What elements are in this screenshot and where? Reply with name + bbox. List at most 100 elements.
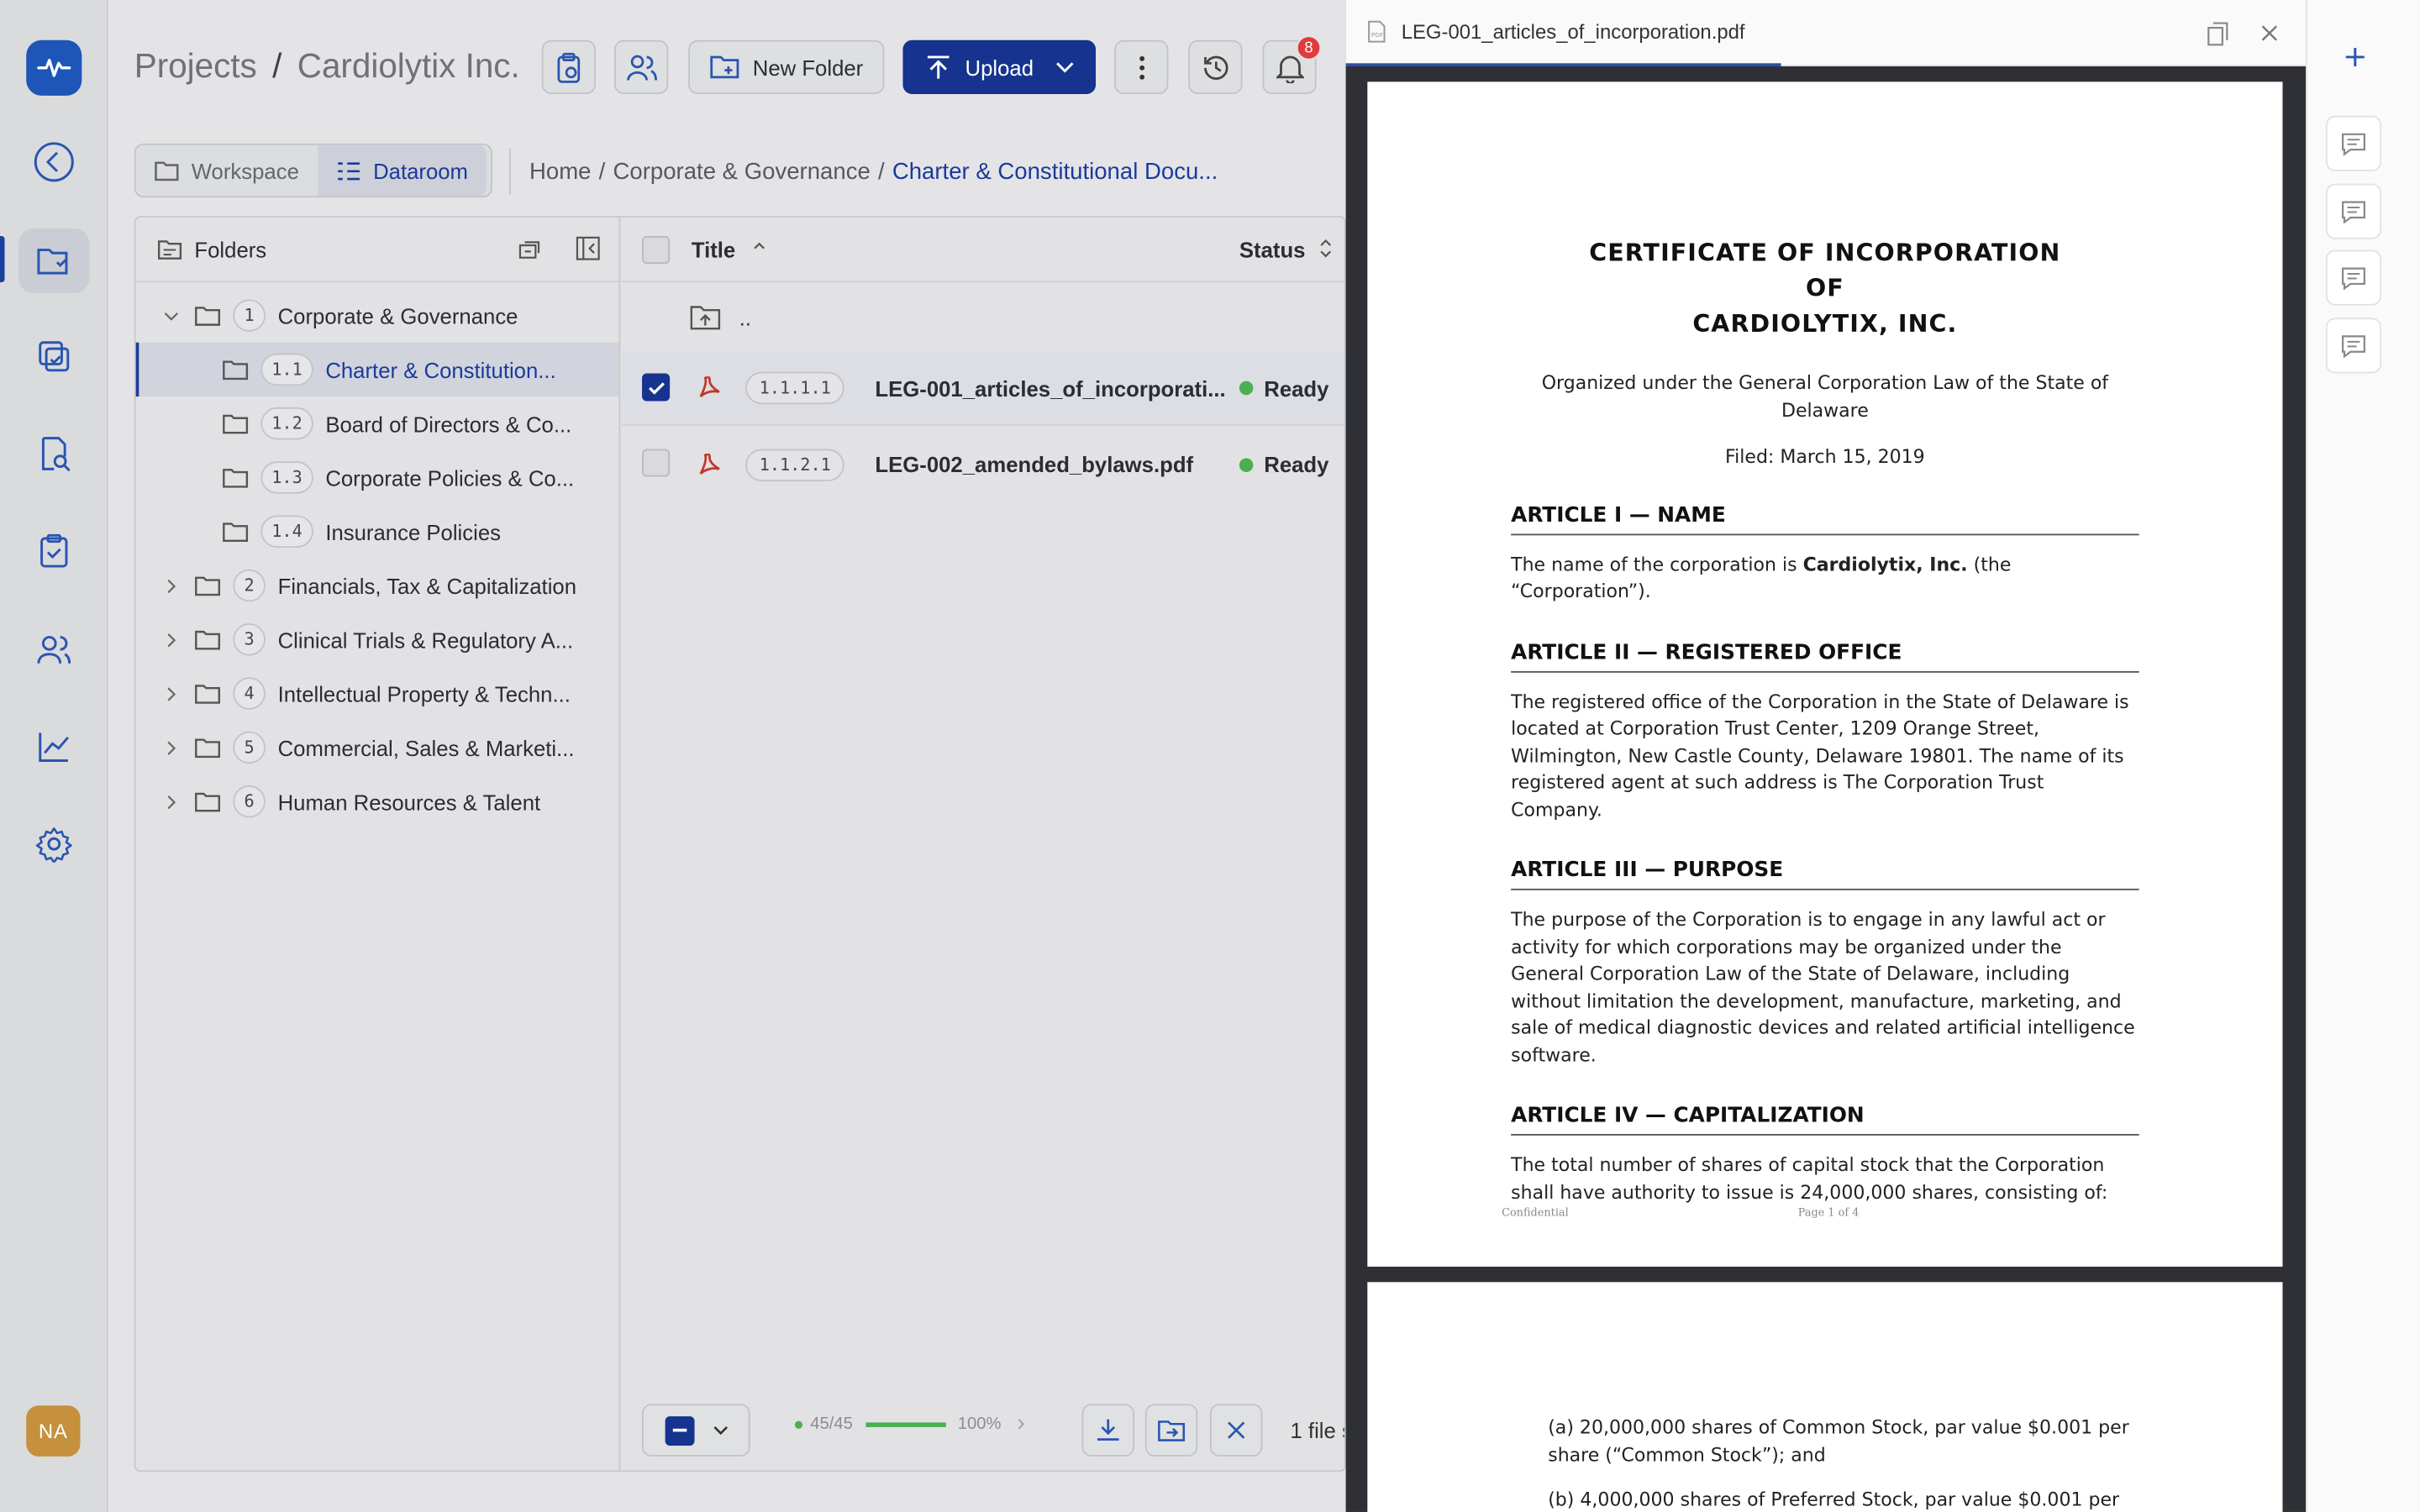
progress-percent: 100% xyxy=(957,1415,1002,1434)
sort-asc-icon[interactable] xyxy=(753,241,765,250)
select-all-checkbox[interactable] xyxy=(642,236,671,265)
chevron-right-icon[interactable] xyxy=(162,632,181,647)
folder-icon xyxy=(222,521,249,543)
breadcrumb: Home / Corporate & Governance / Charter & Co… xyxy=(509,148,1218,195)
progress-count: 45/45 xyxy=(810,1415,853,1434)
chevron-right-icon[interactable] xyxy=(1017,1418,1024,1431)
pdf-file-icon: PDF xyxy=(1368,20,1386,43)
article-1-text: The name of the corporation is Cardiolyt… xyxy=(1511,553,2012,602)
folder-label: Human Resources & Talent xyxy=(277,789,541,814)
app-logo-icon[interactable] xyxy=(26,39,82,96)
folder-label: Corporate & Governance xyxy=(277,302,518,328)
folder-plus-icon xyxy=(709,55,739,79)
new-folder-button[interactable]: New Folder xyxy=(688,39,885,95)
workspace-tab[interactable]: Workspace xyxy=(136,145,318,197)
pdf-content-page-2: (a) 20,000,000 shares of Common Stock, p… xyxy=(1548,1415,2139,1512)
upload-button[interactable]: Upload xyxy=(902,39,1097,95)
move-button[interactable] xyxy=(1144,1404,1198,1457)
parent-folder-row[interactable]: .. xyxy=(622,284,1344,352)
title-column-header[interactable]: Title xyxy=(692,237,735,261)
projects-link[interactable]: Projects xyxy=(134,46,257,85)
folder-4[interactable]: 4 Intellectual Property & Techn... xyxy=(136,666,619,720)
history-button[interactable] xyxy=(1188,39,1243,95)
more-options-button[interactable] xyxy=(1114,39,1169,95)
folder-icon xyxy=(222,412,249,434)
chevron-right-icon[interactable] xyxy=(162,578,181,593)
settings-gear-icon[interactable] xyxy=(18,811,89,876)
download-icon xyxy=(1097,1419,1119,1441)
table-row[interactable]: 1.1.1.1 LEG-001_articles_of_incorporati.… xyxy=(622,351,1344,426)
pdf-viewer: PDF LEG-001_articles_of_incorporation.pd… xyxy=(1345,0,2307,1512)
viewer-tab[interactable]: PDF LEG-001_articles_of_incorporation.pd… xyxy=(1345,0,1781,66)
folder-icon xyxy=(155,160,179,181)
chevron-down-icon xyxy=(1055,61,1073,72)
close-icon[interactable] xyxy=(2261,24,2278,41)
folder-number: 3 xyxy=(233,623,266,656)
folder-icon xyxy=(222,467,249,489)
status-badge: Ready xyxy=(1239,375,1328,400)
status-column-header[interactable]: Status xyxy=(1239,237,1306,261)
folder-6[interactable]: 6 Human Resources & Talent xyxy=(136,774,619,828)
folder-icon xyxy=(194,628,221,650)
dataroom-tab[interactable]: Dataroom xyxy=(317,144,487,197)
breadcrumb-corporate-governance[interactable]: Corporate & Governance xyxy=(613,158,871,184)
analytics-chart-icon[interactable] xyxy=(18,714,89,779)
doc-title-line-1: CERTIFICATE OF INCORPORATION xyxy=(1589,239,2061,267)
sort-icon[interactable] xyxy=(1319,239,1332,258)
document-name[interactable]: LEG-002_amended_bylaws.pdf xyxy=(875,452,1193,476)
row-checkbox[interactable] xyxy=(642,373,671,402)
clear-selection-button[interactable] xyxy=(1209,1404,1263,1457)
back-icon[interactable] xyxy=(18,129,89,194)
folder-icon xyxy=(194,305,221,327)
comment-icon[interactable] xyxy=(2325,115,2382,171)
download-button[interactable] xyxy=(1081,1404,1134,1457)
comment-icon[interactable] xyxy=(2325,183,2382,239)
folder-label: Financials, Tax & Capitalization xyxy=(277,573,577,598)
dataroom-nav-icon[interactable] xyxy=(18,228,90,293)
doc-organized: Organized under the General Corporation … xyxy=(1541,371,2109,421)
folder-label: Board of Directors & Co... xyxy=(325,411,572,436)
folder-number: 2 xyxy=(233,569,266,602)
breadcrumb-current: Charter & Constitutional Docu... xyxy=(892,158,1218,185)
collapse-all-icon[interactable] xyxy=(518,238,543,260)
chevron-right-icon[interactable] xyxy=(162,740,181,755)
chevron-down-icon xyxy=(713,1426,728,1436)
view-toggle: Workspace Dataroom xyxy=(134,143,492,198)
folder-3[interactable]: 3 Clinical Trials & Regulatory A... xyxy=(136,612,619,666)
doc-title-line-3: CARDIOLYTIX, INC. xyxy=(1692,310,1958,339)
row-checkbox[interactable] xyxy=(642,449,671,477)
users-icon[interactable] xyxy=(18,617,89,682)
folder-icon xyxy=(194,683,221,705)
folder-1-3[interactable]: 1.3 Corporate Policies & Co... xyxy=(136,450,619,504)
user-avatar[interactable]: NA xyxy=(26,1405,81,1457)
search-document-icon[interactable] xyxy=(18,421,89,486)
breadcrumb-home[interactable]: Home xyxy=(529,158,591,184)
folders-header: Folders xyxy=(135,218,619,283)
folder-2[interactable]: 2 Financials, Tax & Capitalization xyxy=(136,559,619,612)
comment-icon[interactable] xyxy=(2325,318,2382,374)
folder-5[interactable]: 5 Commercial, Sales & Marketi... xyxy=(136,721,619,774)
folder-1[interactable]: 1 Corporate & Governance xyxy=(136,288,619,342)
project-tasks-button[interactable] xyxy=(541,39,596,95)
chevron-right-icon[interactable] xyxy=(162,794,181,809)
collapse-panel-icon[interactable] xyxy=(576,236,600,260)
split-view-icon[interactable] xyxy=(2207,22,2228,46)
pdf-content: CERTIFICATE OF INCORPORATION OF CARDIOLY… xyxy=(1511,236,2139,1206)
comment-icon[interactable] xyxy=(2325,249,2382,306)
users-icon xyxy=(626,54,657,80)
chevron-down-icon[interactable] xyxy=(162,311,181,320)
folder-1-1[interactable]: 1.1 Charter & Constitution... xyxy=(135,342,619,397)
table-row[interactable]: 1.1.2.1 LEG-002_amended_bylaws.pdf Ready xyxy=(622,428,1344,501)
doc-title-line-2: OF xyxy=(1805,274,1844,302)
review-nav-icon[interactable] xyxy=(18,324,89,389)
bulk-select-dropdown[interactable] xyxy=(642,1404,750,1457)
folder-number: 1 xyxy=(233,299,266,332)
document-name[interactable]: LEG-001_articles_of_incorporati... xyxy=(875,375,1225,400)
chevron-right-icon[interactable] xyxy=(162,685,181,701)
folder-1-2[interactable]: 1.2 Board of Directors & Co... xyxy=(136,396,619,450)
clipboard-icon[interactable] xyxy=(18,518,89,583)
pdf-page-2: (a) 20,000,000 shares of Common Stock, p… xyxy=(1367,1282,2283,1512)
folder-1-4[interactable]: 1.4 Insurance Policies xyxy=(136,505,619,559)
project-members-button[interactable] xyxy=(614,39,669,95)
add-comment-icon[interactable] xyxy=(2344,46,2366,76)
